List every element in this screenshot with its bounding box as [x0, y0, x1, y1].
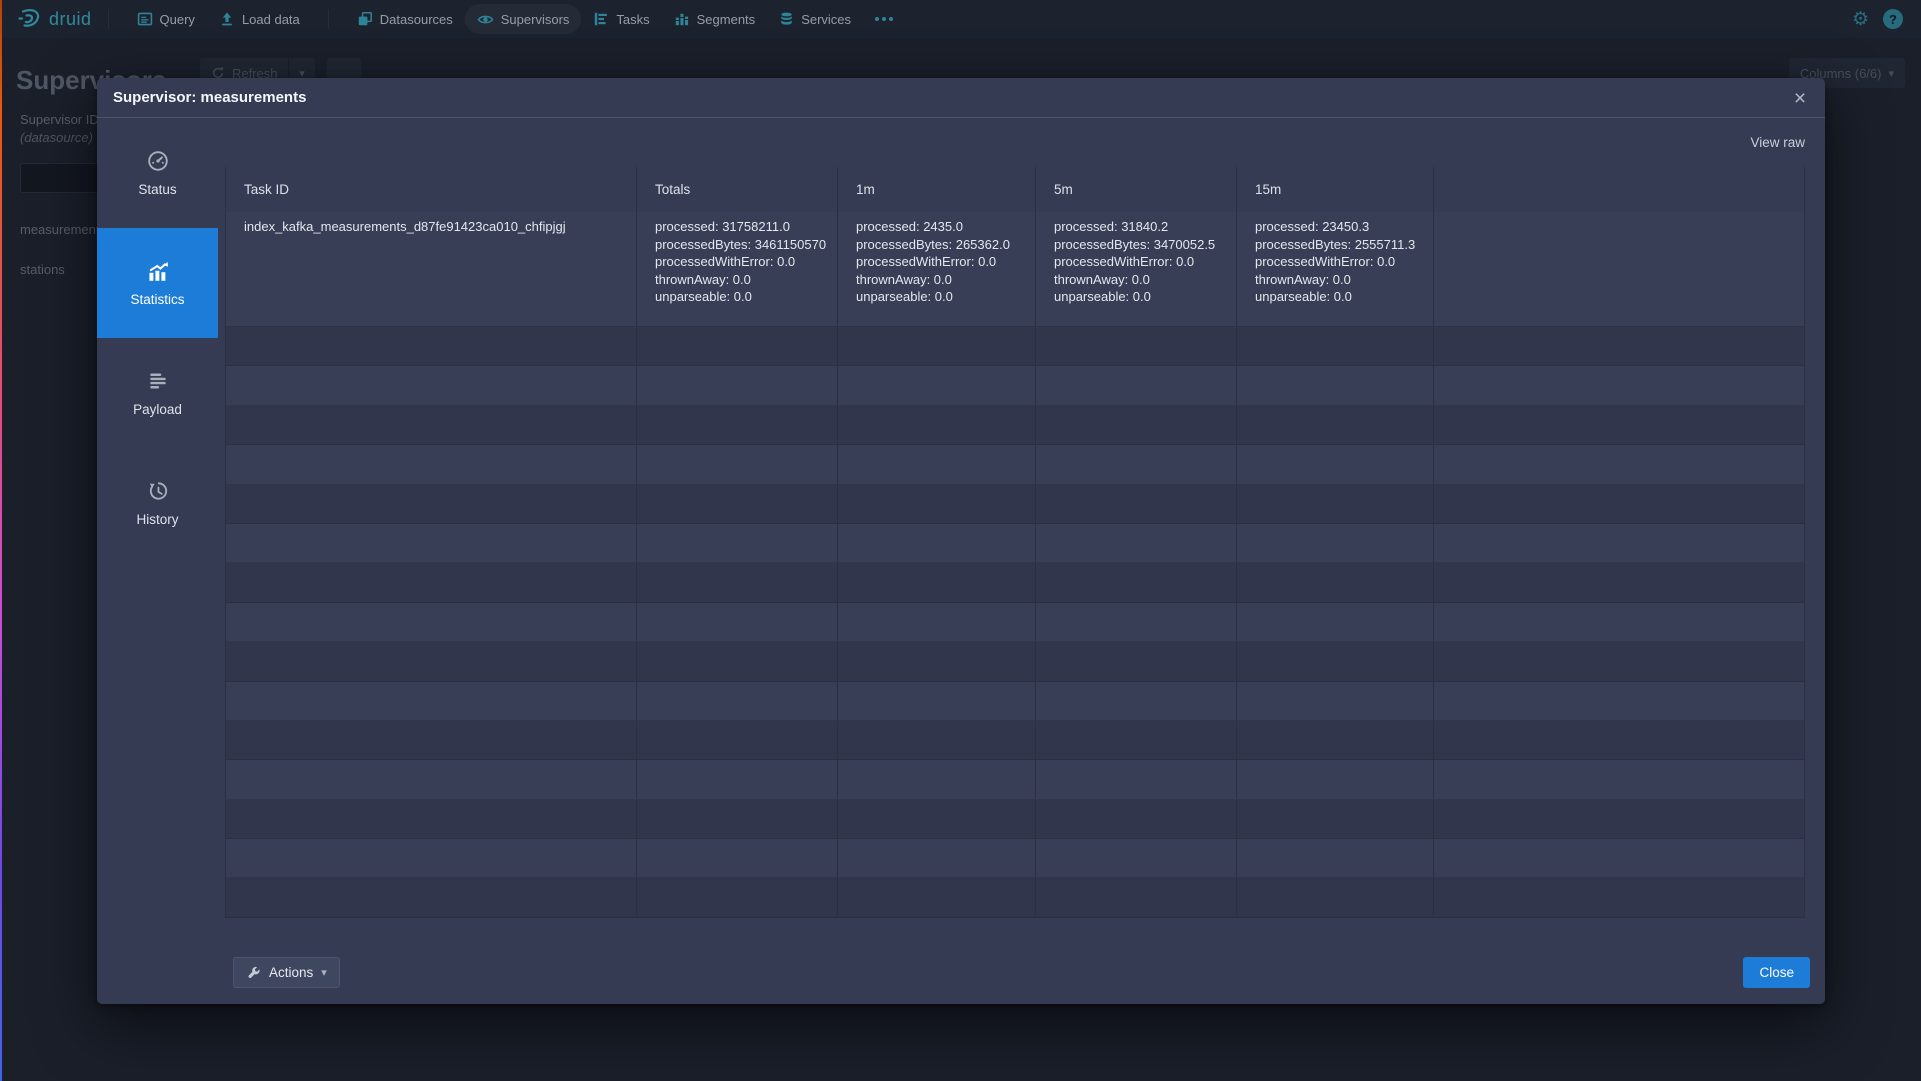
table-row-empty [225, 642, 1805, 681]
table-row-empty [225, 603, 1805, 642]
table-row-empty [225, 485, 1805, 524]
actions-button[interactable]: Actions ▾ [233, 957, 340, 988]
caret-down-icon: ▾ [321, 966, 327, 979]
stats-5m-cell: processed: 31840.2 processedBytes: 34700… [1036, 212, 1237, 326]
table-empty-rows [225, 327, 1805, 918]
statistics-table: Task ID Totals 1m 5m 15m index_kafka_mea… [225, 167, 1805, 918]
dialog-header: Supervisor: measurements × [97, 78, 1825, 118]
column-header [1434, 167, 1805, 212]
supervisor-dialog: Supervisor: measurements × Status Statis… [97, 78, 1825, 1004]
stats-1m-cell: processed: 2435.0 processedBytes: 265362… [838, 212, 1036, 326]
column-header: 1m [838, 167, 1036, 212]
close-icon[interactable]: × [1785, 83, 1815, 113]
column-header: 5m [1036, 167, 1237, 212]
table-row-empty [225, 524, 1805, 563]
tab-history[interactable]: History [97, 448, 218, 558]
table-row-empty [225, 406, 1805, 445]
tab-label: Statistics [130, 292, 184, 307]
table-row-empty [225, 445, 1805, 484]
history-clock-icon [147, 480, 169, 502]
dialog-tab-list: Status Statistics Payload [97, 118, 218, 1004]
stats-15m-cell: processed: 23450.3 processedBytes: 25557… [1237, 212, 1434, 326]
table-row-empty [225, 800, 1805, 839]
totals-cell: processed: 31758211.0 processedBytes: 34… [637, 212, 838, 326]
column-header: Totals [637, 167, 838, 212]
column-header: 15m [1237, 167, 1434, 212]
tab-label: Status [138, 182, 176, 197]
table-row-empty [225, 563, 1805, 602]
tab-label: Payload [133, 402, 182, 417]
dashboard-gauge-icon [147, 150, 169, 172]
table-row: index_kafka_measurements_d87fe91423ca010… [225, 212, 1805, 327]
table-row-empty [225, 366, 1805, 405]
tab-status[interactable]: Status [97, 118, 218, 228]
tab-label: History [136, 512, 178, 527]
column-header: Task ID [226, 167, 637, 212]
wrench-icon [246, 965, 261, 980]
close-button[interactable]: Close [1743, 957, 1810, 988]
table-row-empty [225, 839, 1805, 878]
view-raw-link[interactable]: View raw [1750, 135, 1805, 150]
dialog-footer: Actions ▾ Close [218, 957, 1825, 1004]
table-row-empty [225, 760, 1805, 799]
table-row-empty [225, 878, 1805, 917]
chart-stats-icon [147, 260, 169, 282]
empty-cell [1434, 212, 1805, 326]
table-row-empty [225, 682, 1805, 721]
table-row-empty [225, 327, 1805, 366]
align-left-icon [147, 370, 169, 392]
table-header-row: Task ID Totals 1m 5m 15m [225, 167, 1805, 212]
app-screen: druid Query Load data Datasources [0, 0, 1921, 1081]
window-edge-accent [0, 0, 2, 1081]
table-row-empty [225, 721, 1805, 760]
tab-payload[interactable]: Payload [97, 338, 218, 448]
task-id-cell: index_kafka_measurements_d87fe91423ca010… [226, 212, 637, 326]
dialog-title: Supervisor: measurements [113, 89, 306, 106]
actions-label: Actions [269, 965, 313, 980]
tab-statistics[interactable]: Statistics [97, 228, 218, 338]
